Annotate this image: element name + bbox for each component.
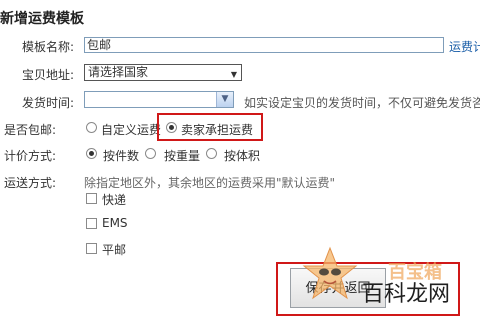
seller-pays-label[interactable]: 卖家承担运费 (181, 121, 253, 138)
location-label: 宝贝地址: (22, 68, 75, 82)
express-label[interactable]: 快递 (102, 191, 126, 208)
dropdown-arrow-icon: ▼ (230, 70, 237, 79)
shipping-calc-link[interactable]: 运费计 (449, 38, 480, 55)
price-by-weight-label[interactable]: 按重量 (164, 147, 200, 164)
price-by-volume-radio[interactable] (206, 148, 217, 159)
free-shipping-label: 是否包邮: (4, 123, 57, 137)
custom-shipping-label[interactable]: 自定义运费 (101, 121, 161, 138)
ship-time-note: 如实设定宝贝的发货时间，不仅可避免发货咨 (244, 96, 480, 110)
price-by-count-radio[interactable] (86, 148, 97, 159)
price-by-count-label[interactable]: 按件数 (103, 147, 139, 164)
surface-mail-label[interactable]: 平邮 (102, 241, 126, 258)
surface-mail-checkbox[interactable] (86, 243, 97, 254)
watermark-text-2: 百科龙网 (362, 282, 451, 307)
seller-pays-radio[interactable] (166, 122, 177, 133)
template-name-label: 模板名称: (22, 40, 75, 54)
location-select-value: 请选择国家 (88, 65, 149, 79)
price-by-volume-label[interactable]: 按体积 (224, 147, 260, 164)
delivery-note: 除指定地区外，其余地区的运费采用"默认运费" (84, 176, 336, 190)
location-select[interactable]: 请选择国家 ▼ (84, 64, 242, 81)
mascot-star-icon (302, 246, 358, 300)
page-title: 新增运费模板 (0, 11, 84, 27)
price-by-weight-radio[interactable] (145, 148, 156, 159)
delivery-label: 运送方式: (4, 176, 57, 190)
pricing-label: 计价方式: (4, 149, 57, 163)
ems-checkbox[interactable] (86, 218, 97, 229)
ems-label[interactable]: EMS (102, 216, 128, 230)
express-checkbox[interactable] (86, 193, 97, 204)
custom-shipping-radio[interactable] (86, 122, 97, 133)
ship-time-select[interactable]: ▼ (84, 91, 234, 108)
dropdown-arrow-icon: ▼ (216, 92, 233, 107)
template-name-input[interactable]: 包邮 (84, 37, 444, 53)
ship-time-label: 发货时间: (22, 96, 75, 110)
